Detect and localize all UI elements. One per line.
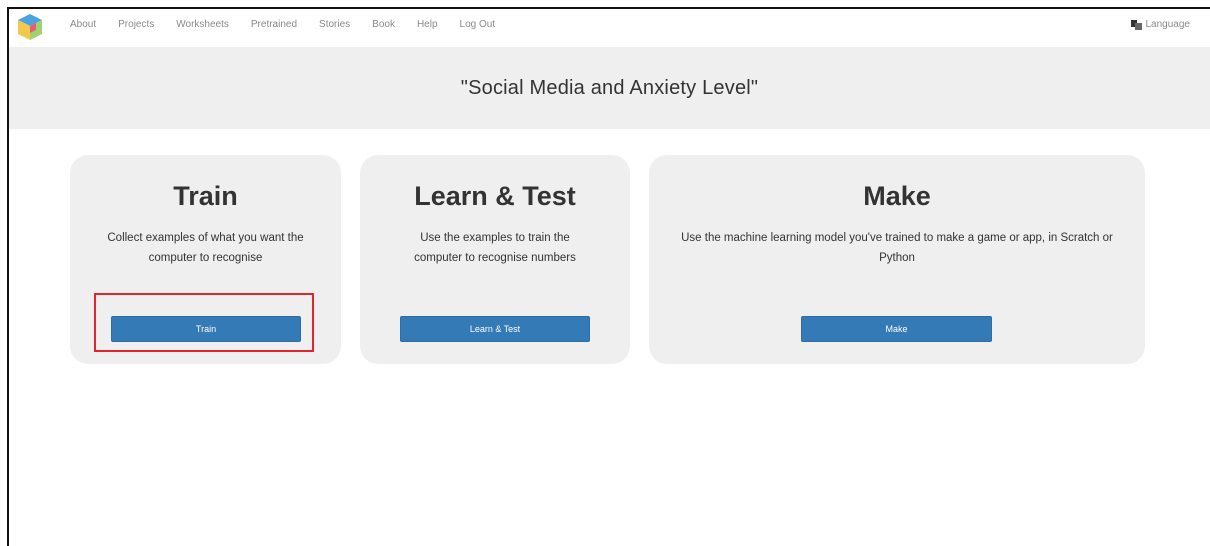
- make-heading: Make: [863, 181, 931, 211]
- project-title-banner: "Social Media and Anxiety Level": [9, 47, 1210, 129]
- make-button[interactable]: Make: [801, 316, 992, 342]
- train-card: Train Collect examples of what you want …: [70, 155, 341, 364]
- train-description: Collect examples of what you want the co…: [107, 232, 304, 264]
- learn-test-description: Use the examples to train the computer t…: [414, 232, 576, 264]
- top-navbar: About Projects Worksheets Pretrained Sto…: [9, 9, 1210, 47]
- learn-test-card: Learn & Test Use the examples to train t…: [360, 155, 630, 364]
- learn-test-heading: Learn & Test: [414, 181, 576, 211]
- make-card: Make Use the machine learning model you'…: [649, 155, 1145, 364]
- project-title: "Social Media and Anxiety Level": [460, 76, 759, 99]
- nav-pretrained[interactable]: Pretrained: [251, 19, 297, 30]
- language-label: Language: [1145, 19, 1191, 30]
- nav-book[interactable]: Book: [372, 19, 395, 30]
- nav-help[interactable]: Help: [417, 19, 438, 30]
- nav-projects[interactable]: Projects: [118, 19, 154, 30]
- app-window: About Projects Worksheets Pretrained Sto…: [7, 7, 1210, 546]
- make-description: Use the machine learning model you've tr…: [681, 232, 1113, 264]
- train-button[interactable]: Train: [111, 316, 301, 342]
- nav-links: About Projects Worksheets Pretrained Sto…: [70, 19, 517, 30]
- train-heading: Train: [173, 181, 238, 211]
- language-icon: [1130, 19, 1142, 30]
- nav-log-out[interactable]: Log Out: [460, 19, 496, 30]
- nav-worksheets[interactable]: Worksheets: [176, 19, 229, 30]
- nav-about[interactable]: About: [70, 19, 96, 30]
- app-logo-icon[interactable]: [15, 12, 45, 42]
- language-selector[interactable]: Language: [1130, 19, 1191, 30]
- nav-stories[interactable]: Stories: [319, 19, 350, 30]
- learn-test-button[interactable]: Learn & Test: [400, 316, 590, 342]
